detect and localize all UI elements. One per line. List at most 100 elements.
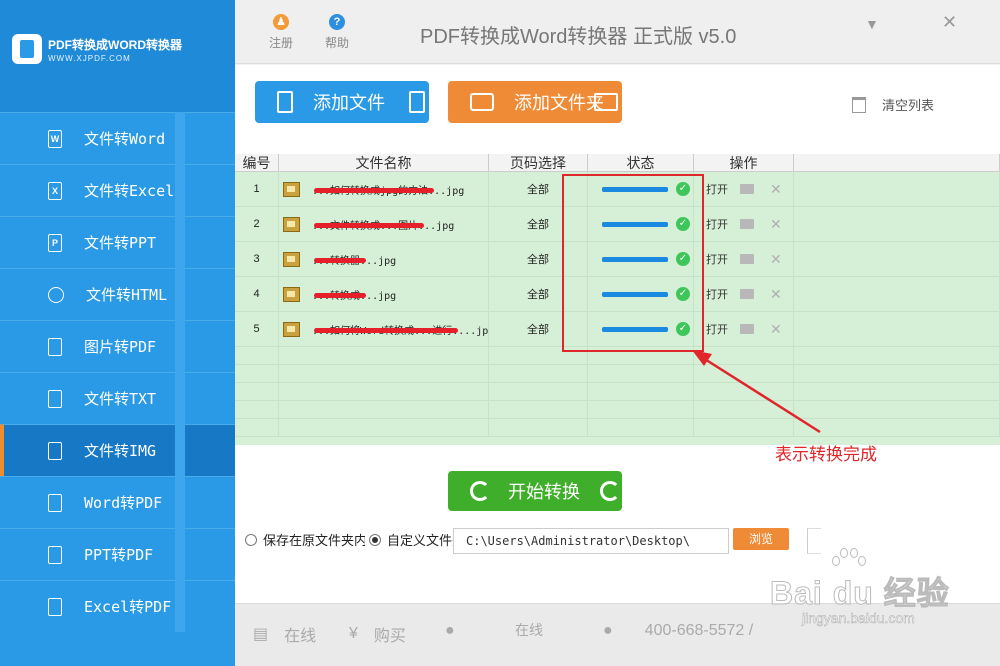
- phone-number: 400-668-5572 /: [644, 622, 754, 639]
- row-file: ...如何将Word转换成...进行....jpg: [279, 312, 489, 346]
- txt-doc-icon: [48, 389, 62, 408]
- help-label: 帮助: [324, 36, 349, 50]
- folder-icon: [594, 93, 618, 111]
- question-icon: ?: [329, 14, 345, 30]
- online-service-label: 在线: [284, 628, 317, 645]
- app-window: PDF转换成WORD转换器 WWW.XJPDF.COM W 文件转Word X 文件转…: [0, 0, 1000, 666]
- clear-list-label: 清空列表: [882, 98, 935, 113]
- row-actions: 打开 ✕: [694, 172, 794, 206]
- empty-cell: [489, 419, 588, 436]
- open-button[interactable]: 打开: [706, 251, 728, 267]
- folder-icon[interactable]: [740, 289, 754, 299]
- header-status: 状态: [588, 154, 694, 171]
- header-filename: 文件名称: [279, 154, 489, 171]
- sidebar-item-1[interactable]: X 文件转Excel: [0, 164, 235, 216]
- sidebar-item-label: 图片转PDF: [84, 338, 157, 356]
- folder-icon: [470, 93, 494, 111]
- empty-cell: [279, 401, 489, 418]
- sidebar-item-4[interactable]: 图片转PDF: [0, 320, 235, 372]
- start-label: 开始转换: [508, 482, 580, 502]
- sidebar-item-6[interactable]: 文件转IMG: [0, 424, 235, 477]
- sidebar-item-8[interactable]: PPT转PDF: [0, 528, 235, 580]
- sidebar-item-5[interactable]: 文件转TXT: [0, 372, 235, 424]
- folder-icon[interactable]: [740, 184, 754, 194]
- header-spacer: [794, 154, 1000, 171]
- help-button[interactable]: ? 帮助: [317, 14, 357, 51]
- sidebar-scrollbar[interactable]: [175, 112, 185, 632]
- row-number: 5: [235, 312, 279, 346]
- close-button[interactable]: ✕: [942, 12, 957, 33]
- empty-cell: [489, 365, 588, 382]
- status-highlight-box: [562, 174, 704, 352]
- document-icon: ▤: [253, 626, 269, 643]
- open-button[interactable]: 打开: [706, 181, 728, 197]
- empty-cell: [694, 383, 794, 400]
- logo-subtitle: WWW.XJPDF.COM: [48, 54, 131, 63]
- open-button[interactable]: 打开: [706, 321, 728, 337]
- add-folder-button[interactable]: 添加文件夹: [448, 81, 622, 123]
- refresh-icon: [600, 481, 620, 501]
- sidebar-item-2[interactable]: P 文件转PPT: [0, 216, 235, 268]
- row-spacer: [794, 312, 1000, 346]
- sidebar-nav: W 文件转Word X 文件转Excel P 文件转PPT 文件转HTML 图片转PDF 文件转…: [0, 112, 235, 632]
- row-number: 3: [235, 242, 279, 276]
- folder-icon[interactable]: [740, 219, 754, 229]
- delete-icon[interactable]: ✕: [770, 216, 782, 233]
- yen-icon: ¥: [349, 625, 358, 642]
- clear-list-button[interactable]: 清空列表: [852, 95, 934, 114]
- sidebar-item-3[interactable]: 文件转HTML: [0, 268, 235, 320]
- online-service-link[interactable]: ▤ 在线: [253, 622, 316, 646]
- delete-icon[interactable]: ✕: [770, 181, 782, 198]
- minimize-button[interactable]: ▼: [865, 16, 879, 32]
- buy-link[interactable]: ¥ 购买: [349, 622, 406, 646]
- sidebar-item-7[interactable]: Word转PDF: [0, 476, 235, 528]
- delete-icon[interactable]: ✕: [770, 321, 782, 338]
- delete-icon[interactable]: ✕: [770, 251, 782, 268]
- sidebar-item-label: 文件转TXT: [84, 390, 157, 408]
- empty-cell: [235, 419, 279, 436]
- start-conversion-button[interactable]: 开始转换: [448, 471, 622, 511]
- pdf-doc-icon: [48, 337, 62, 356]
- online-chat-link[interactable]: ●: [445, 622, 471, 640]
- paw-dot: [850, 548, 858, 558]
- row-spacer: [794, 242, 1000, 276]
- sidebar-item-9[interactable]: Excel转PDF: [0, 580, 235, 632]
- title-bar: ♟ 注册 ? 帮助 PDF转换成Word转换器 正式版 v5.0 ▼ ✕: [235, 0, 1000, 64]
- folder-icon[interactable]: [740, 324, 754, 334]
- browse-button[interactable]: 浏览: [733, 528, 789, 550]
- baidu-watermark: Bai du 经验 jingyan.baidu.com: [770, 548, 950, 626]
- empty-cell: [489, 383, 588, 400]
- table-header: 编号 文件名称 页码选择 状态 操作: [235, 154, 1000, 172]
- sidebar-item-label: Word转PDF: [84, 494, 163, 512]
- open-button[interactable]: 打开: [706, 216, 728, 232]
- output-path-input[interactable]: C:\Users\Administrator\Desktop\: [453, 528, 729, 554]
- logo-area: PDF转换成WORD转换器 WWW.XJPDF.COM: [0, 0, 235, 112]
- row-spacer: [794, 172, 1000, 206]
- pdf-doc-icon: [48, 545, 62, 564]
- folder-icon[interactable]: [740, 254, 754, 264]
- row-file: ...文件转换成...图片...jpg: [279, 207, 489, 241]
- open-button[interactable]: 打开: [706, 286, 728, 302]
- save-original-radio[interactable]: [245, 533, 257, 546]
- delete-icon[interactable]: ✕: [770, 286, 782, 303]
- file-name: ...文件转换成...图片...jpg: [312, 217, 454, 232]
- add-file-button[interactable]: 添加文件: [255, 81, 429, 123]
- sidebar-item-label: 文件转Word: [84, 130, 166, 148]
- empty-cell: [279, 383, 489, 400]
- save-custom-radio[interactable]: [369, 533, 381, 546]
- register-button[interactable]: ♟ 注册: [261, 14, 301, 51]
- row-actions: 打开 ✕: [694, 242, 794, 276]
- image-file-icon: [283, 216, 300, 232]
- logo-title: PDF转换成WORD转换器: [48, 38, 182, 52]
- empty-cell: [794, 401, 1000, 418]
- globe-icon: [48, 286, 64, 303]
- empty-cell: [588, 383, 694, 400]
- add-file-label: 添加文件: [313, 93, 385, 113]
- sidebar-item-0[interactable]: W 文件转Word: [0, 112, 235, 164]
- save-custom-label: 自定义文件夹: [387, 533, 459, 548]
- empty-row: [235, 401, 1000, 419]
- empty-cell: [489, 401, 588, 418]
- sidebar-item-label: Excel转PDF: [84, 598, 172, 616]
- file-name: ...转换成...jpg: [312, 287, 396, 302]
- empty-cell: [588, 419, 694, 436]
